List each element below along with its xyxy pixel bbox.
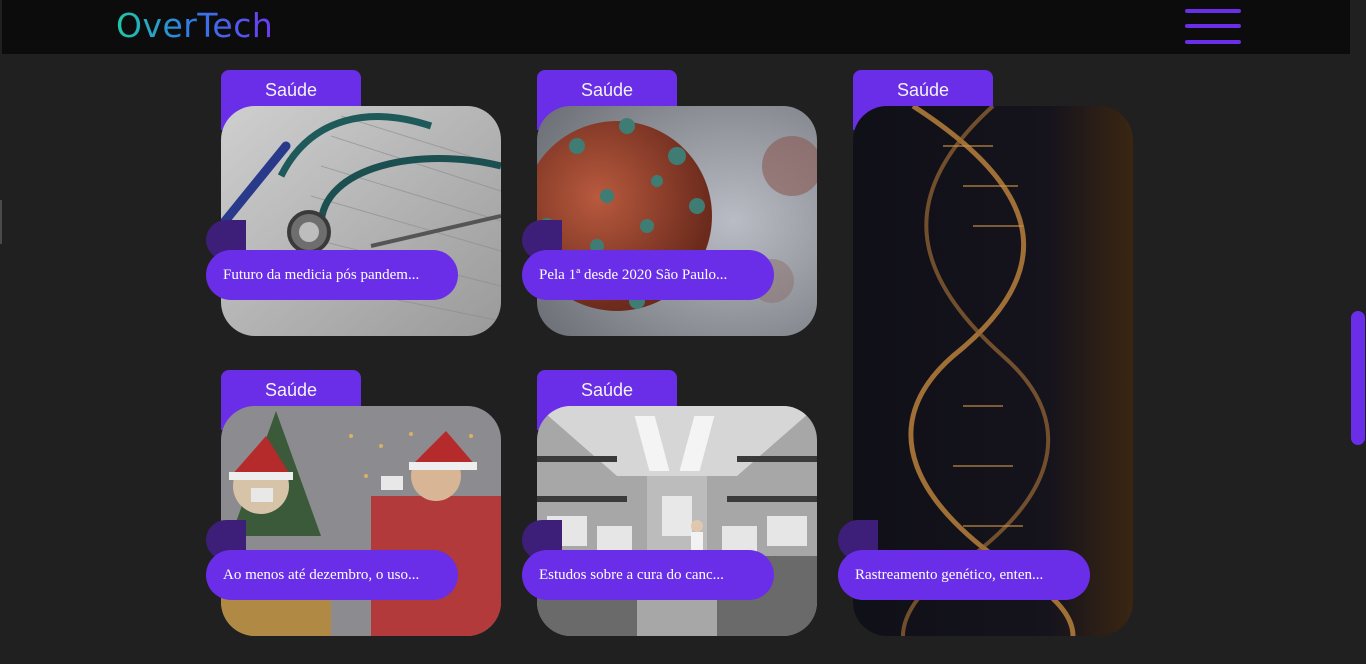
top-header: OverTech — [2, 0, 1350, 54]
christmas-people-image[interactable] — [221, 406, 501, 636]
menu-bar — [1185, 9, 1241, 13]
card-title[interactable]: Rastreamento genético, enten... — [838, 550, 1090, 600]
card-title[interactable]: Pela 1ª desde 2020 São Paulo... — [522, 250, 774, 300]
virus-image[interactable] — [537, 106, 817, 336]
laboratory-image[interactable] — [537, 406, 817, 636]
menu-bar — [1185, 24, 1241, 28]
menu-bar — [1185, 40, 1241, 44]
scrollbar-thumb[interactable] — [1351, 311, 1365, 445]
card-title[interactable]: Estudos sobre a cura do canc... — [522, 550, 774, 600]
card-title[interactable]: Futuro da medicia pós pandem... — [206, 250, 458, 300]
card-title[interactable]: Ao menos até dezembro, o uso... — [206, 550, 458, 600]
left-edge-marker — [0, 200, 2, 244]
brand-logo[interactable]: OverTech — [116, 6, 273, 46]
stethoscope-image[interactable] — [221, 106, 501, 336]
hamburger-menu-button[interactable] — [1185, 9, 1241, 45]
